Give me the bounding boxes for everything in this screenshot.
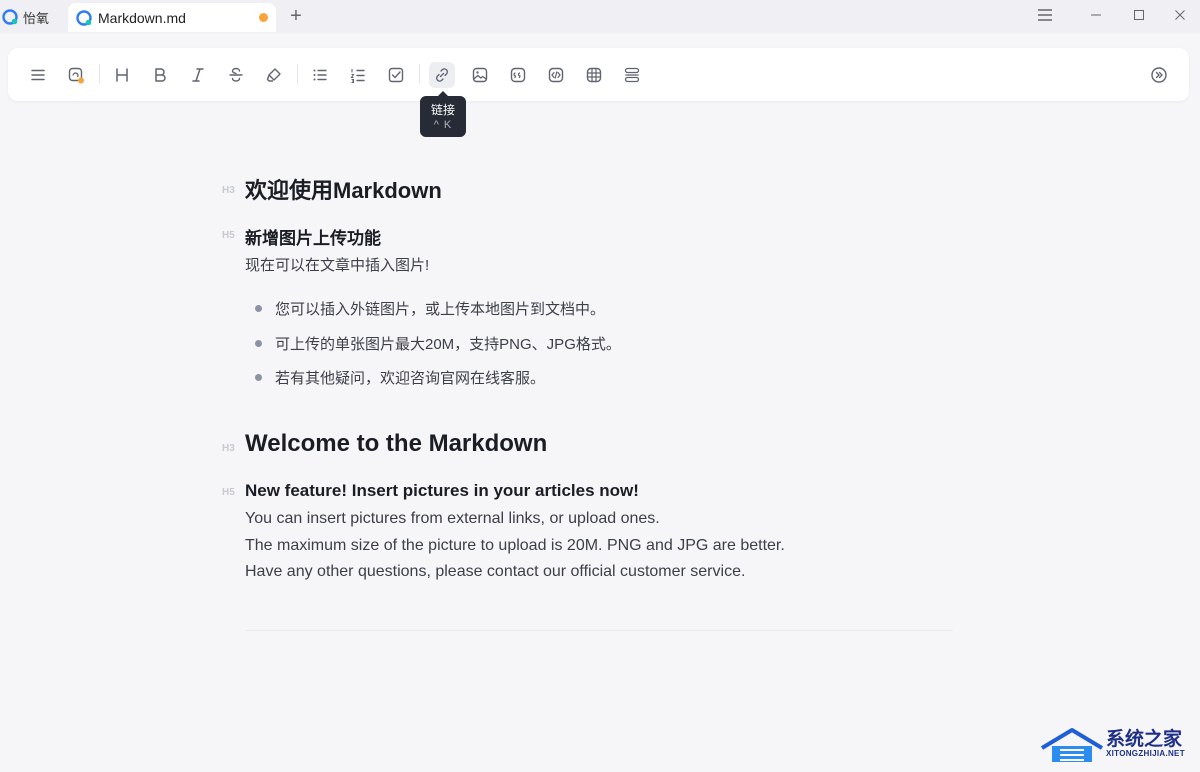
heading-level-marker: H5 (222, 230, 235, 241)
paragraph-english[interactable]: Have any other questions, please contact… (245, 563, 745, 581)
heading-button[interactable] (109, 62, 135, 88)
heading-chinese[interactable]: 欢迎使用Markdown (245, 173, 442, 205)
list-item-text: 若有其他疑问，欢迎咨询官网在线客服。 (275, 370, 546, 387)
app-menu-button[interactable] (1025, 2, 1065, 28)
bold-icon (155, 68, 166, 82)
italic-button[interactable] (185, 62, 211, 88)
table-button[interactable] (581, 62, 607, 88)
bullet-dot (255, 374, 262, 381)
highlight-button[interactable] (261, 62, 287, 88)
app-name: 怡氧 (23, 10, 50, 26)
strikethrough-icon (229, 67, 243, 82)
heading-level-marker: H3 (222, 185, 235, 196)
list-item[interactable]: 若有其他疑问，欢迎咨询官网在线客服。 (255, 367, 545, 388)
house-logo-icon (1040, 728, 1104, 762)
bold-button[interactable] (147, 62, 173, 88)
title-bar: 怡氧 Markdown.md + (0, 0, 1200, 33)
link-tooltip: 链接 ^ K (420, 91, 466, 137)
highlighter-icon (266, 68, 281, 82)
paragraph-chinese[interactable]: 现在可以在文章中插入图片! (245, 254, 429, 275)
numbered-list-icon (350, 69, 365, 84)
toolbar-divider (297, 64, 298, 84)
toolbar-divider (99, 64, 100, 84)
hamburger-icon (31, 69, 45, 81)
tab-markdown-md[interactable]: Markdown.md (68, 3, 276, 32)
more-button[interactable] (1146, 62, 1172, 88)
task-list-button[interactable] (383, 62, 409, 88)
heading-level-marker: H5 (222, 487, 235, 498)
bullet-dot (255, 340, 262, 347)
italic-icon (192, 68, 204, 82)
list-item[interactable]: 您可以插入外链图片，或上传本地图片到文档中。 (255, 298, 605, 319)
close-button[interactable] (1160, 2, 1200, 28)
chevron-right-circle-icon (1151, 67, 1167, 83)
minimize-icon (1091, 14, 1101, 16)
link-button[interactable] (429, 62, 455, 88)
quote-button[interactable] (505, 62, 531, 88)
formatting-toolbar (8, 48, 1189, 101)
link-icon (436, 68, 448, 82)
subheading-english[interactable]: New feature! Insert pictures in your art… (245, 481, 639, 501)
table-icon (586, 67, 602, 83)
bullet-list-icon (313, 69, 327, 81)
divider-icon (624, 67, 640, 83)
checkbox-icon (388, 67, 404, 83)
minimize-button[interactable] (1076, 2, 1116, 28)
watermark-title: 系统之家 (1106, 728, 1183, 750)
image-button[interactable] (467, 62, 493, 88)
unsaved-indicator (259, 13, 268, 22)
horizontal-rule (245, 630, 953, 631)
code-button[interactable] (543, 62, 569, 88)
divider-button[interactable] (619, 62, 645, 88)
quote-icon (510, 67, 526, 83)
strikethrough-button[interactable] (223, 62, 249, 88)
app-logo-icon (2, 9, 18, 25)
bullet-list-button[interactable] (307, 62, 333, 88)
image-icon (472, 67, 488, 83)
heading-level-marker: H3 (222, 443, 235, 454)
close-icon (1175, 10, 1185, 20)
list-item[interactable]: 可上传的单张图片最大20M，支持PNG、JPG格式。 (255, 333, 621, 354)
tooltip-shortcut: ^ K (433, 119, 453, 131)
subheading-chinese[interactable]: 新增图片上传功能 (245, 224, 381, 249)
hamburger-icon (1038, 9, 1052, 21)
app-tab[interactable]: 怡氧 (0, 4, 49, 30)
maximize-icon (1134, 10, 1144, 20)
save-status-button[interactable] (63, 62, 89, 88)
heading-english[interactable]: Welcome to the Markdown (245, 430, 547, 458)
list-item-text: 您可以插入外链图片，或上传本地图片到文档中。 (275, 301, 606, 318)
maximize-button[interactable] (1119, 2, 1159, 28)
document-logo-icon (76, 9, 92, 26)
bullet-dot (255, 305, 262, 312)
toolbar-divider (419, 64, 420, 84)
heading-icon (116, 68, 128, 82)
new-tab-button[interactable]: + (284, 4, 308, 28)
tab-label: Markdown.md (98, 9, 186, 26)
save-status-icon (68, 67, 84, 84)
watermark-url: XITONGZHIJIA.NET (1106, 749, 1185, 758)
paragraph-english[interactable]: You can insert pictures from external li… (245, 510, 660, 528)
list-item-text: 可上传的单张图片最大20M，支持PNG、JPG格式。 (275, 336, 621, 353)
paragraph-english[interactable]: The maximum size of the picture to uploa… (245, 537, 785, 555)
tooltip-title: 链接 (430, 103, 455, 117)
menu-button[interactable] (25, 62, 51, 88)
code-icon (548, 67, 564, 83)
numbered-list-button[interactable] (345, 62, 371, 88)
watermark-logo: 系统之家 XITONGZHIJIA.NET (1040, 724, 1200, 768)
